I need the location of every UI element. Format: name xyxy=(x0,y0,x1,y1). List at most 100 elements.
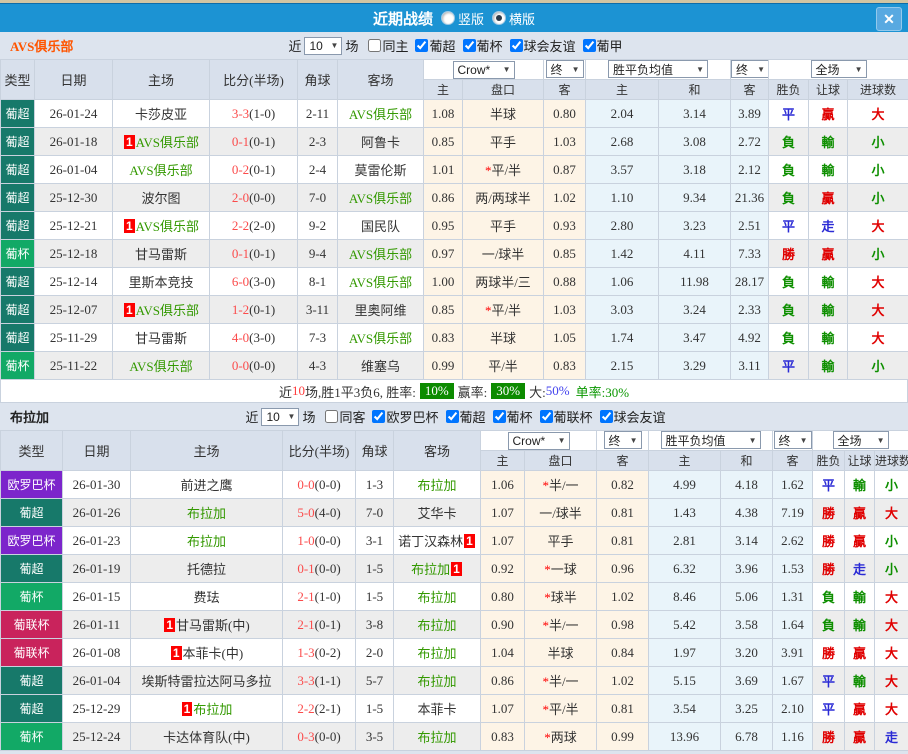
league-filter-1[interactable]: 葡超 xyxy=(441,407,486,426)
panel-title: 近期战绩 xyxy=(372,11,433,28)
close-icon[interactable]: ✕ xyxy=(876,7,902,31)
odds-away: 0.82 xyxy=(596,470,649,499)
chevron-down-icon: ▼ xyxy=(696,64,704,74)
halftime-score: (0-0) xyxy=(314,560,341,576)
league-filter-3-checkbox[interactable] xyxy=(539,410,553,423)
crow-select[interactable]: Crow* ▼ xyxy=(452,60,515,79)
league-filter-0-checkbox[interactable] xyxy=(415,39,429,52)
league-filter-2[interactable]: 葡杯 xyxy=(488,407,533,426)
odds-away: 1.02 xyxy=(543,183,586,212)
result-wdl: 負 xyxy=(768,127,809,156)
odds-away: 0.99 xyxy=(596,722,649,751)
league-filter-2[interactable]: 球会友谊 xyxy=(505,36,576,55)
result-handicap: 贏 xyxy=(844,694,875,723)
result-handicap: 輸 xyxy=(844,610,875,639)
games-count-select[interactable]: 10 ▼ xyxy=(261,407,300,426)
end-select-2[interactable]: 终 ▼ xyxy=(773,431,812,450)
wdl-avg-select[interactable]: 胜平负均值 ▼ xyxy=(608,60,708,79)
avg-win: 5.42 xyxy=(648,610,721,639)
result-goals: 大 xyxy=(874,666,908,695)
section-header: AVS俱乐部 近 10 ▼ 场 同主 葡超 葡杯 球会友谊 葡甲 xyxy=(0,32,908,59)
league-filter-1-checkbox[interactable] xyxy=(462,39,476,52)
result-wdl: 勝 xyxy=(812,554,845,583)
end-select[interactable]: 终 ▼ xyxy=(545,60,584,79)
sub-handicap-result: 让球 xyxy=(808,79,848,100)
end-select-2[interactable]: 终 ▼ xyxy=(731,60,768,79)
chevron-down-icon: ▼ xyxy=(629,435,638,445)
league-filter-4-checkbox[interactable] xyxy=(599,410,613,423)
sub-home-odds: 主 xyxy=(423,79,463,100)
home-team-name: AVS俱乐部 xyxy=(129,163,193,178)
avg-lose: 2.12 xyxy=(730,155,769,184)
league-filter-4[interactable]: 球会友谊 xyxy=(595,407,666,426)
section-team-name: AVS俱乐部 xyxy=(10,39,74,54)
odds-away: 0.96 xyxy=(596,554,649,583)
avg-win: 2.04 xyxy=(585,99,659,128)
match-date: 25-11-22 xyxy=(34,351,113,380)
end-select[interactable]: 终 ▼ xyxy=(603,431,642,450)
league-filter-1-checkbox[interactable] xyxy=(445,410,459,423)
result-wdl: 平 xyxy=(768,211,809,240)
result-goals: 大 xyxy=(874,638,908,667)
home-team: 1 AVS俱乐部 xyxy=(112,211,210,240)
result-handicap: 輸 xyxy=(808,267,848,296)
odds-away: 0.98 xyxy=(596,610,649,639)
result-wdl: 平 xyxy=(812,666,845,695)
avg-lose: 2.33 xyxy=(730,295,769,324)
avg-lose: 1.67 xyxy=(772,666,813,695)
match-score: 2-2(2-1) xyxy=(282,694,356,723)
radio-vertical[interactable]: 竖版 xyxy=(440,9,484,28)
home-team-name: 卡莎皮亚 xyxy=(134,107,187,122)
games-count-select[interactable]: 10 ▼ xyxy=(304,36,343,55)
sub-lose: 客 xyxy=(772,450,813,471)
table-row: 葡超 26-01-18 1 AVS俱乐部 0-1(0-1) 2-3 阿鲁卡 0.85 平手 1.0… xyxy=(0,127,908,156)
wdl-avg-select-value: 胜平负均值 xyxy=(613,62,674,77)
handicap-value: 半球 xyxy=(547,646,574,661)
match-date: 26-01-15 xyxy=(62,582,131,611)
end-select-value: 终 xyxy=(550,62,563,77)
result-goals: 大 xyxy=(874,694,908,723)
league-filter-3[interactable]: 葡联杯 xyxy=(535,407,593,426)
full-match-select[interactable]: 全场 ▼ xyxy=(810,60,867,79)
col-type: 类型 xyxy=(0,59,35,100)
fulltime-score: 0-1 xyxy=(297,560,315,576)
result-goals: 小 xyxy=(847,127,908,156)
league-filter-2-checkbox[interactable] xyxy=(509,39,523,52)
league-filter-3[interactable]: 葡甲 xyxy=(578,36,623,55)
avg-win: 6.32 xyxy=(648,554,721,583)
home-team-name: 布拉加 xyxy=(193,702,233,717)
away-team-name: AVS俱乐部 xyxy=(348,107,413,122)
odds-away: 0.87 xyxy=(543,155,586,184)
end-select-cell: 终 ▼ xyxy=(596,430,649,451)
radio-vertical-dot[interactable] xyxy=(440,11,455,25)
odds-handicap: 平手 xyxy=(524,526,597,555)
same-venue-filter-checkbox[interactable] xyxy=(368,39,382,52)
same-venue-filter[interactable]: 同主 xyxy=(363,36,408,55)
away-team-name: 布拉加 xyxy=(417,730,457,745)
games-unit-label: 场 xyxy=(302,410,316,425)
section-controls: 近 10 ▼ 场 同客 欧罗巴杯 葡超 葡杯 葡联杯 球会友谊 xyxy=(242,407,666,426)
table-row: 葡超 25-12-07 1 AVS俱乐部 1-2(0-1) 3-11 里奥阿维 0.85 *平/… xyxy=(0,295,908,324)
odds-away: 1.02 xyxy=(596,582,649,611)
same-venue-filter[interactable]: 同客 xyxy=(320,407,365,426)
radio-horizontal[interactable]: 横版 xyxy=(492,9,535,28)
halftime-score: (0-0) xyxy=(249,189,276,205)
league-filter-3-checkbox[interactable] xyxy=(582,39,596,52)
match-score: 3-3(1-1) xyxy=(282,666,356,695)
halftime-score: (0-1) xyxy=(249,161,276,177)
odds-home: 0.86 xyxy=(480,666,525,695)
same-venue-filter-checkbox[interactable] xyxy=(325,410,339,423)
league-filter-1[interactable]: 葡杯 xyxy=(458,36,503,55)
league-filter-0[interactable]: 葡超 xyxy=(410,36,456,55)
league-filter-0-checkbox[interactable] xyxy=(372,410,386,423)
league-filter-0[interactable]: 欧罗巴杯 xyxy=(367,407,439,426)
league-filter-2-checkbox[interactable] xyxy=(492,410,506,423)
fulltime-score: 0-1 xyxy=(231,245,250,261)
crow-select[interactable]: Crow* ▼ xyxy=(507,431,570,450)
wdl-avg-select[interactable]: 胜平负均值 ▼ xyxy=(660,431,761,450)
full-match-select[interactable]: 全场 ▼ xyxy=(832,431,889,450)
radio-horizontal-dot[interactable] xyxy=(492,11,506,25)
result-wdl: 負 xyxy=(812,610,845,639)
match-score: 2-1(1-0) xyxy=(282,582,356,611)
avg-draw: 3.14 xyxy=(658,99,731,128)
